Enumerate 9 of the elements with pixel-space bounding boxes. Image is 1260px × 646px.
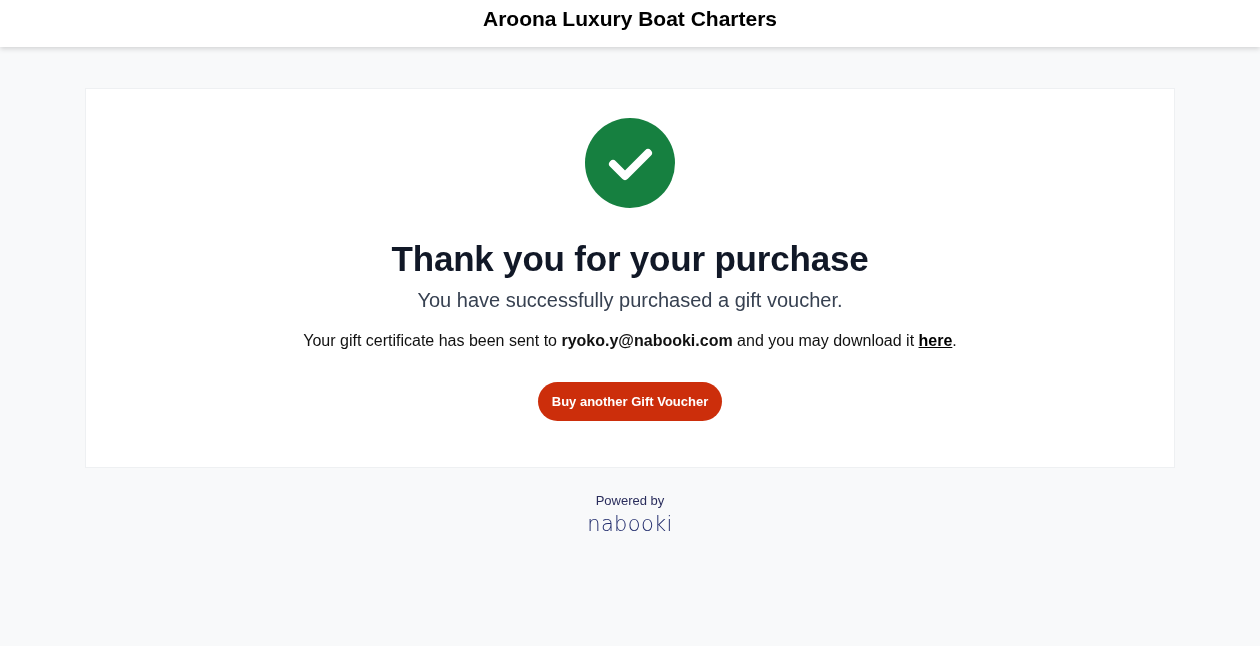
powered-by-label: Powered by [595,493,665,509]
success-subtitle: You have successfully purchased a gift voucher. [417,288,843,313]
buy-another-voucher-button[interactable]: Buy another Gift Voucher [537,381,723,421]
thank-you-heading: Thank you for your purchase [391,238,869,280]
delivery-message: Your gift certificate has been sent to ryoko.y@nabooki.com and you may download it here. [303,331,957,351]
brand-logo: nabooki [587,513,673,535]
download-link[interactable]: here [918,332,953,349]
site-title: Aroona Luxury Boat Charters [482,6,778,29]
check-circle-icon [585,118,675,208]
